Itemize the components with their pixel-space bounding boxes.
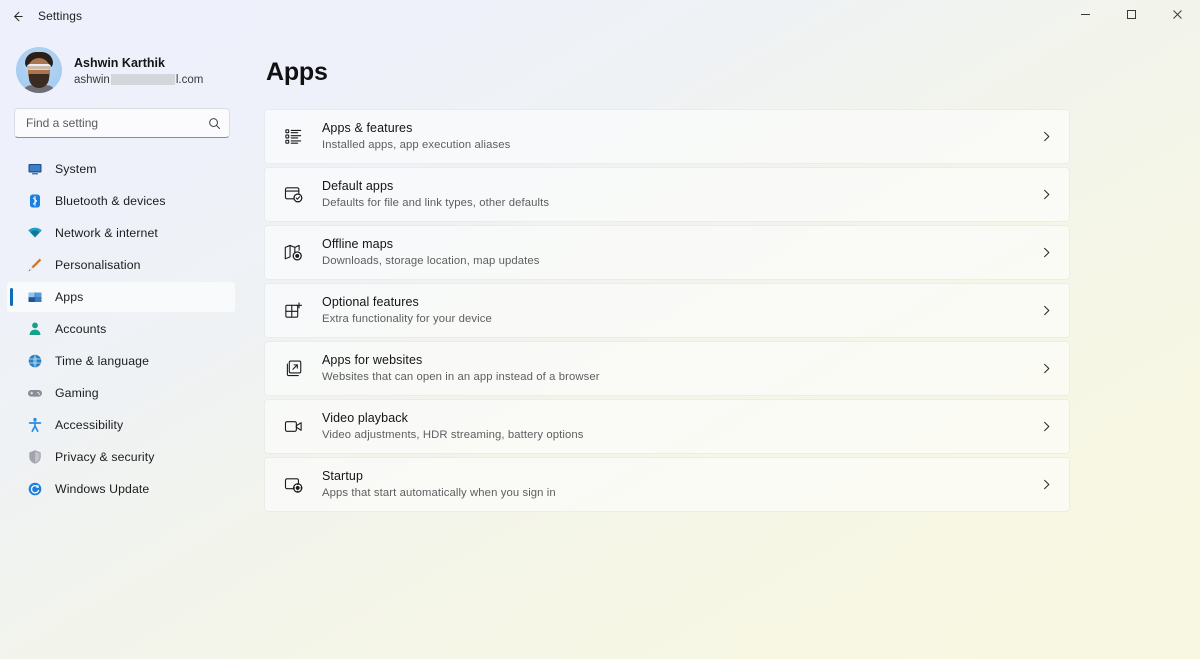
sidebar-item-bluetooth-devices[interactable]: Bluetooth & devices	[6, 185, 236, 217]
globe-clock-icon	[26, 353, 43, 370]
accessibility-icon	[26, 417, 43, 434]
wifi-icon	[26, 225, 43, 242]
chevron-right-icon	[1040, 246, 1053, 259]
email-suffix: l.com	[175, 73, 204, 86]
person-icon	[26, 321, 43, 338]
sidebar-nav: System Bluetooth & devices Network & int…	[0, 153, 246, 505]
card-subtitle: Defaults for file and link types, other …	[322, 197, 550, 209]
sidebar-item-network-internet[interactable]: Network & internet	[6, 217, 236, 249]
optional-features-icon	[282, 300, 304, 322]
sidebar-item-label: Network & internet	[55, 226, 158, 240]
card-subtitle: Extra functionality for your device	[322, 313, 492, 325]
card-subtitle: Apps that start automatically when you s…	[322, 487, 556, 499]
card-title: Video playback	[322, 411, 408, 425]
profile-section[interactable]: Ashwin Karthik ashwin l.com	[0, 32, 246, 98]
back-button[interactable]	[0, 0, 34, 32]
offline-maps-icon	[282, 242, 304, 264]
maximize-icon	[1126, 7, 1137, 25]
search-input[interactable]	[26, 116, 208, 130]
minimize-icon	[1080, 7, 1091, 25]
sidebar: Ashwin Karthik ashwin l.com Find a setti…	[0, 32, 246, 659]
card-default-apps[interactable]: Default apps Defaults for file and link …	[264, 167, 1070, 222]
card-subtitle: Installed apps, app execution aliases	[322, 139, 511, 151]
startup-icon	[282, 474, 304, 496]
sidebar-item-label: Apps	[55, 290, 84, 304]
chevron-right-icon	[1040, 304, 1053, 317]
email-redacted-block	[110, 74, 175, 85]
update-icon	[26, 481, 43, 498]
card-subtitle: Video adjustments, HDR streaming, batter…	[322, 429, 584, 441]
paintbrush-icon	[26, 257, 43, 274]
bluetooth-icon	[26, 193, 43, 210]
sidebar-item-label: Windows Update	[55, 482, 150, 496]
profile-name: Ashwin Karthik	[74, 55, 165, 70]
card-title: Apps & features	[322, 121, 413, 135]
sidebar-item-privacy-security[interactable]: Privacy & security	[6, 441, 236, 473]
back-arrow-icon	[10, 9, 25, 24]
card-offline-maps[interactable]: Offline maps Downloads, storage location…	[264, 225, 1070, 280]
sidebar-item-label: Accessibility	[55, 418, 124, 432]
maximize-button[interactable]	[1108, 0, 1154, 32]
chevron-right-icon	[1040, 188, 1053, 201]
chevron-right-icon	[1040, 420, 1053, 433]
card-video-playback[interactable]: Video playback Video adjustments, HDR st…	[264, 399, 1070, 454]
title-bar: Settings	[0, 0, 1200, 32]
search-section	[0, 98, 246, 138]
apps-list-icon	[282, 126, 304, 148]
main-content: Apps Apps & features Installed apps, app…	[246, 32, 1200, 659]
sidebar-item-time-language[interactable]: Time & language	[6, 345, 236, 377]
monitor-icon	[26, 161, 43, 178]
card-title: Optional features	[322, 295, 419, 309]
apps-grid-icon	[26, 289, 43, 306]
sidebar-item-accessibility[interactable]: Accessibility	[6, 409, 236, 441]
sidebar-item-personalisation[interactable]: Personalisation	[6, 249, 236, 281]
sidebar-item-label: Privacy & security	[55, 450, 155, 464]
card-optional-features[interactable]: Optional features Extra functionality fo…	[264, 283, 1070, 338]
sidebar-item-label: Bluetooth & devices	[55, 194, 166, 208]
card-title: Startup	[322, 469, 364, 483]
card-subtitle: Downloads, storage location, map updates	[322, 255, 540, 267]
card-title: Default apps	[322, 179, 394, 193]
search-icon	[208, 117, 221, 130]
sidebar-item-label: Accounts	[55, 322, 107, 336]
sidebar-item-apps[interactable]: Apps	[6, 281, 236, 313]
sidebar-item-gaming[interactable]: Gaming	[6, 377, 236, 409]
page-title: Apps	[266, 58, 328, 86]
sidebar-item-label: Time & language	[55, 354, 150, 368]
avatar	[16, 47, 62, 93]
card-apps-for-websites[interactable]: Apps for websites Websites that can open…	[264, 341, 1070, 396]
window-title: Settings	[38, 9, 83, 23]
app-shell: Ashwin Karthik ashwin l.com Find a setti…	[0, 32, 1200, 659]
sidebar-item-label: Gaming	[55, 386, 99, 400]
settings-card-list: Apps & features Installed apps, app exec…	[264, 109, 1070, 512]
profile-email: ashwin l.com	[74, 72, 203, 88]
search-box[interactable]	[14, 108, 230, 138]
card-title: Offline maps	[322, 237, 394, 251]
close-icon	[1172, 7, 1183, 25]
sidebar-item-label: Personalisation	[55, 258, 141, 272]
apps-for-websites-icon	[282, 358, 304, 380]
sidebar-item-windows-update[interactable]: Windows Update	[6, 473, 236, 505]
chevron-right-icon	[1040, 478, 1053, 491]
shield-icon	[26, 449, 43, 466]
email-prefix: ashwin	[74, 73, 110, 86]
sidebar-item-accounts[interactable]: Accounts	[6, 313, 236, 345]
minimize-button[interactable]	[1062, 0, 1108, 32]
card-apps-and-features[interactable]: Apps & features Installed apps, app exec…	[264, 109, 1070, 164]
close-button[interactable]	[1154, 0, 1200, 32]
chevron-right-icon	[1040, 362, 1053, 375]
sidebar-item-system[interactable]: System	[6, 153, 236, 185]
card-startup[interactable]: Startup Apps that start automatically wh…	[264, 457, 1070, 512]
default-apps-icon	[282, 184, 304, 206]
card-title: Apps for websites	[322, 353, 423, 367]
window-controls	[1062, 0, 1200, 32]
sidebar-item-label: System	[55, 162, 97, 176]
video-playback-icon	[282, 416, 304, 438]
gamepad-icon	[26, 385, 43, 402]
chevron-right-icon	[1040, 130, 1053, 143]
card-subtitle: Websites that can open in an app instead…	[322, 371, 600, 383]
